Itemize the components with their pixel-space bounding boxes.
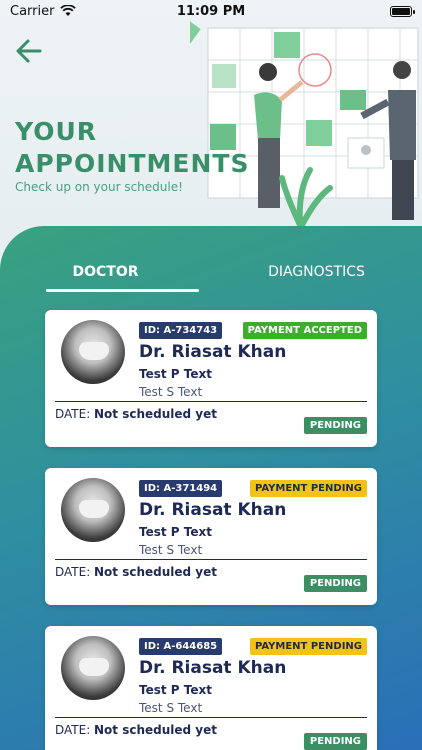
appointments-panel: DOCTOR DIAGNOSTICS ID: A-734743 PAYMENT … (0, 226, 422, 750)
primary-text: Test P Text (139, 525, 212, 539)
page-title: YOUR APPOINTMENTS (15, 116, 249, 180)
appointment-status-badge: PENDING (303, 417, 367, 434)
carrier-label: Carrier (10, 3, 55, 19)
card-divider (55, 717, 367, 718)
card-divider (55, 401, 367, 402)
appointment-card[interactable]: ID: A-644685 PAYMENT PENDING Dr. Riasat … (45, 626, 377, 750)
doctor-avatar (61, 320, 125, 384)
appointment-id-badge: ID: A-644685 (139, 638, 223, 655)
doctor-avatar (61, 478, 125, 542)
page-subtitle: Check up on your schedule! (15, 180, 183, 194)
secondary-text: Test S Text (139, 543, 203, 557)
tab-bar: DOCTOR DIAGNOSTICS (0, 252, 422, 292)
date-value: Not scheduled yet (94, 565, 217, 579)
appointment-card[interactable]: ID: A-371494 PAYMENT PENDING Dr. Riasat … (45, 468, 377, 605)
status-time: 11:09 PM (176, 3, 246, 19)
tab-doctor[interactable]: DOCTOR (0, 252, 211, 292)
date-value: Not scheduled yet (94, 723, 217, 737)
secondary-text: Test S Text (139, 701, 203, 715)
battery-icon (390, 5, 415, 17)
header: YOUR APPOINTMENTS Check up on your sched… (0, 0, 422, 240)
payment-status-badge: PAYMENT ACCEPTED (242, 322, 367, 339)
date-value: Not scheduled yet (94, 407, 217, 421)
doctor-name: Dr. Riasat Khan (139, 342, 287, 362)
appointment-id-badge: ID: A-371494 (139, 480, 223, 497)
title-line-2: APPOINTMENTS (15, 149, 250, 178)
doctor-name: Dr. Riasat Khan (139, 500, 287, 520)
doctor-avatar (61, 636, 125, 700)
status-left: Carrier (10, 3, 77, 19)
primary-text: Test P Text (139, 683, 212, 697)
secondary-text: Test S Text (139, 385, 203, 399)
doctor-name: Dr. Riasat Khan (139, 658, 287, 678)
date-label: DATE: (55, 565, 91, 579)
back-arrow-icon[interactable] (14, 36, 44, 66)
status-bar: Carrier 11:09 PM (0, 0, 422, 22)
payment-status-badge: PAYMENT PENDING (249, 480, 367, 497)
tab-diagnostics[interactable]: DIAGNOSTICS (211, 252, 422, 292)
primary-text: Test P Text (139, 367, 212, 381)
card-divider (55, 559, 367, 560)
payment-status-badge: PAYMENT PENDING (249, 638, 367, 655)
appointment-status-badge: PENDING (303, 733, 367, 750)
appointment-card[interactable]: ID: A-734743 PAYMENT ACCEPTED Dr. Riasat… (45, 310, 377, 447)
title-line-1: YOUR (15, 117, 98, 146)
appointment-status-badge: PENDING (303, 575, 367, 592)
date-label: DATE: (55, 407, 91, 421)
date-label: DATE: (55, 723, 91, 737)
wifi-icon (60, 5, 77, 16)
active-tab-indicator (46, 289, 199, 292)
appointment-id-badge: ID: A-734743 (139, 322, 223, 339)
